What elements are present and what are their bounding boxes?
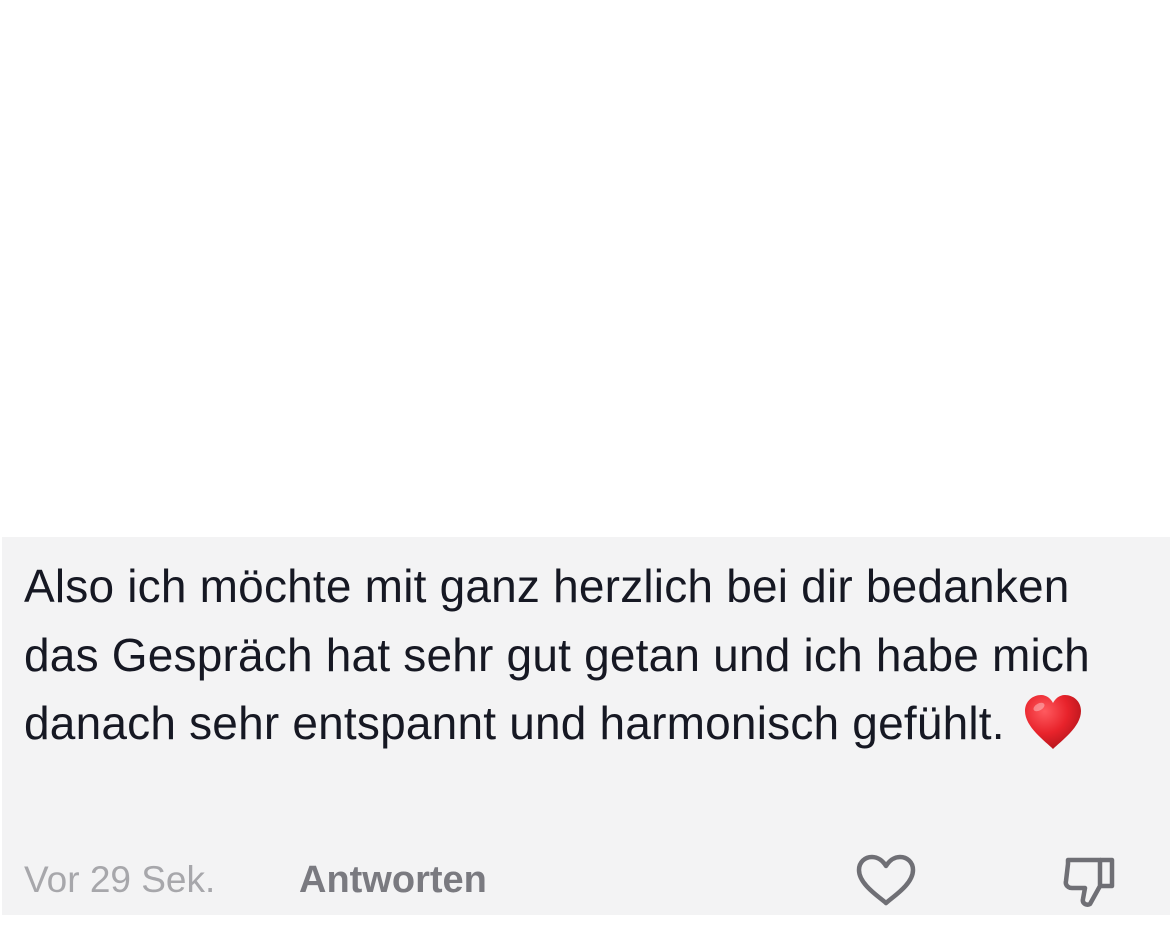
comment-timestamp: Vor 29 Sek. [24,859,216,900]
comment-body: Also ich möchte mit ganz herzlich bei di… [24,560,1090,749]
like-button[interactable] [854,852,918,908]
dislike-button[interactable] [1060,852,1120,912]
comment-text: Also ich möchte mit ganz herzlich bei di… [24,552,1124,758]
reply-button[interactable]: Antworten [299,858,487,902]
thumbs-down-icon [1063,857,1115,907]
heart-outline-icon [856,854,916,906]
red-heart-icon [1023,693,1083,751]
